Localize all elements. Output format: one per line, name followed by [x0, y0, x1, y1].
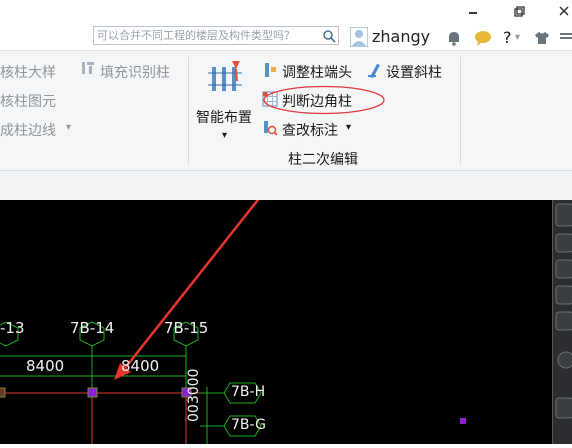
ribbon-divider — [460, 57, 461, 165]
edit-annotation-dropdown-icon[interactable]: ▾ — [346, 122, 351, 133]
fill-identify-column-button[interactable]: 填充识别柱 — [100, 62, 170, 82]
axis-label: -13 — [0, 319, 25, 337]
set-slant-column-button[interactable]: 设置斜柱 — [386, 62, 442, 82]
ribbon-item-check-column-detail[interactable]: 核柱大样 — [0, 62, 56, 82]
column-edge-dropdown-icon[interactable]: ▾ — [66, 122, 71, 133]
dimension-label: 8400 — [26, 357, 65, 375]
nav-pan-icon[interactable] — [555, 233, 572, 253]
ribbon-group-label: 柱二次编辑 — [288, 152, 358, 168]
chat-bubble-icon[interactable] — [474, 30, 492, 46]
help-icon[interactable]: ? — [503, 28, 512, 47]
nav-fit-icon[interactable] — [555, 285, 572, 305]
bell-icon[interactable] — [446, 30, 462, 46]
search-input[interactable]: 可以合并不同工程的楼层及构件类型吗？ — [93, 26, 339, 45]
edit-annotation-button[interactable]: 查改标注 — [282, 120, 338, 140]
help-dropdown-icon[interactable]: ▾ — [515, 32, 520, 43]
nav-wheel-icon[interactable] — [557, 351, 572, 369]
minimize-icon[interactable] — [465, 4, 481, 18]
smart-layout-button[interactable]: 智能布置 — [196, 107, 252, 127]
fill-identify-icon — [82, 62, 94, 74]
row-axis-label: 7B-H — [231, 384, 266, 400]
point-marker — [460, 418, 466, 424]
search-placeholder: 可以合并不同工程的楼层及构件类型吗？ — [97, 29, 295, 42]
navigation-bar — [552, 200, 572, 444]
adjust-column-end-icon — [265, 63, 276, 77]
nav-zoom-icon[interactable] — [555, 259, 572, 279]
highlight-ellipse — [263, 85, 385, 115]
search-icon[interactable] — [322, 29, 336, 43]
shirt-icon[interactable] — [534, 30, 550, 46]
drawing-toolbar-strip — [0, 170, 572, 201]
restore-icon[interactable] — [511, 4, 527, 18]
axis-label: 7B-14 — [70, 319, 115, 337]
ribbon-panel: 核柱大样 核柱图元 成柱边线 ▾ 填充识别柱 智能布置 ▾ 调整柱端头 设置斜柱… — [0, 50, 572, 171]
title-bar: 可以合并不同工程的楼层及构件类型吗？ zhangy ? ▾ — [0, 0, 572, 50]
vertical-dimension-label: 003000 — [186, 368, 202, 422]
smart-layout-icon[interactable] — [206, 57, 246, 97]
nav-orbit-icon[interactable] — [555, 203, 572, 227]
set-slant-column-icon — [368, 64, 380, 78]
avatar[interactable] — [350, 27, 368, 47]
nav-view-icon[interactable] — [555, 311, 572, 331]
column-marker[interactable] — [87, 387, 98, 398]
nav-settings-icon[interactable] — [555, 397, 572, 419]
close-icon[interactable] — [556, 4, 572, 18]
smart-layout-dropdown-icon[interactable]: ▾ — [222, 130, 227, 141]
column-marker[interactable] — [0, 387, 6, 398]
navigation-controls — [555, 203, 572, 419]
ribbon-divider — [188, 57, 189, 165]
annotation-arrow-line — [121, 200, 260, 373]
row-axis-label: 7B-G — [231, 417, 266, 433]
axis-label: 7B-15 — [164, 319, 209, 337]
adjust-column-end-button[interactable]: 调整柱端头 — [282, 62, 352, 82]
username[interactable]: zhangy — [372, 27, 430, 46]
toolbar-more-icon[interactable] — [558, 30, 572, 46]
dimension-label: 8400 — [121, 357, 160, 375]
ribbon-item-check-column-element[interactable]: 核柱图元 — [0, 91, 56, 111]
ribbon-item-column-edge-line[interactable]: 成柱边线 — [0, 120, 56, 140]
edit-annotation-icon — [264, 121, 278, 136]
drawing-canvas[interactable]: -13 7B-14 7B-15 8400 8400 7B-H 7B-G 0030… — [0, 200, 572, 444]
